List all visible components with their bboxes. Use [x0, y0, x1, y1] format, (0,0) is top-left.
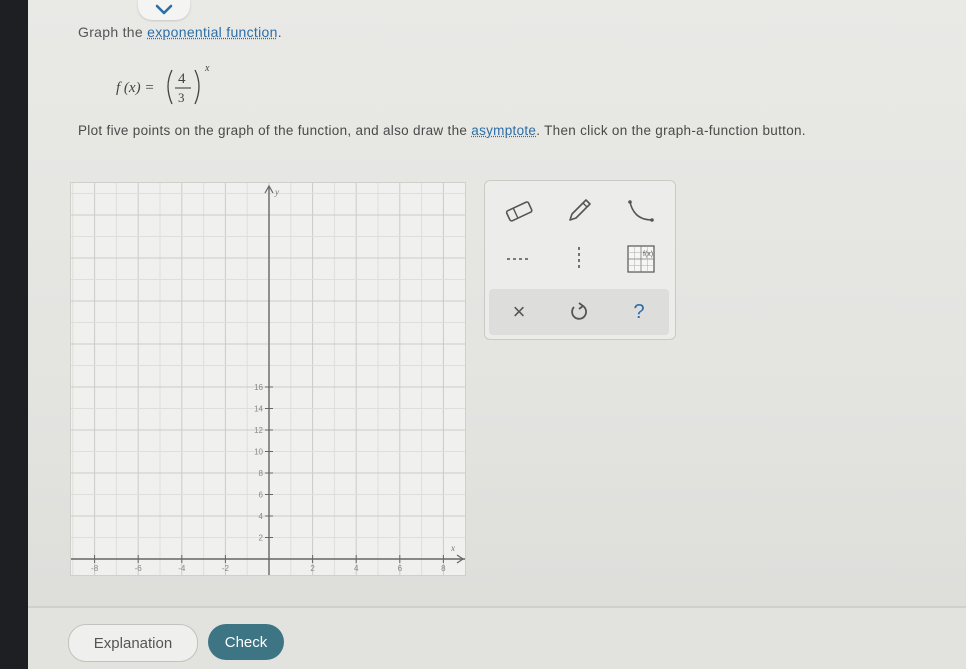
help-icon: ?	[633, 300, 645, 323]
instruction-text: Plot five points on the graph of the fun…	[78, 123, 468, 138]
y-axis-label: y	[274, 187, 279, 197]
pencil-icon	[569, 199, 591, 221]
problem-page: Graph the exponential function. f (x) = …	[28, 0, 966, 669]
y-tick-label: 6	[259, 491, 264, 500]
check-button[interactable]: Check	[208, 624, 284, 660]
help-button[interactable]: ?	[619, 295, 659, 329]
clear-button[interactable]: ×	[499, 295, 539, 329]
x-axis-label: x	[450, 543, 455, 553]
x-tick-label: -8	[91, 564, 99, 573]
horizontal-asymptote-tool[interactable]	[499, 241, 539, 277]
undo-icon	[571, 302, 587, 320]
y-tick-label: 2	[259, 534, 264, 543]
screen-bezel	[0, 0, 28, 669]
tool-actions-row: × ?	[489, 289, 669, 335]
graph-a-function-button[interactable]: f(x)	[619, 241, 663, 277]
x-tick-label: 8	[441, 564, 446, 573]
graph-a-function-icon: f(x)	[627, 245, 655, 273]
asymptote-link[interactable]: asymptote	[471, 123, 536, 138]
dashed-vertical-line-icon	[578, 247, 580, 271]
x-tick-label: -6	[135, 564, 143, 573]
y-tick-label: 16	[254, 383, 263, 392]
y-tick-label: 10	[254, 448, 263, 457]
vertical-asymptote-tool[interactable]	[559, 241, 599, 277]
explanation-button[interactable]: Explanation	[68, 624, 198, 662]
formula-denominator: 3	[178, 90, 185, 105]
x-tick-label: 6	[398, 564, 403, 573]
problem-prompt: Graph the exponential function.	[78, 24, 282, 40]
graph-area[interactable]: x y -8 -6 -4 -2 2 4 6 8 2 4 6 8 10 12 14 16	[70, 182, 466, 576]
function-formula: f (x) = 4 3 x	[116, 63, 210, 105]
x-tick-label: -2	[222, 564, 230, 573]
graph-toolbox: f(x) × ?	[484, 180, 676, 340]
clear-icon: ×	[512, 299, 526, 324]
undo-button[interactable]	[559, 295, 599, 329]
y-tick-label: 14	[254, 405, 263, 414]
y-tick-label: 8	[259, 469, 264, 478]
formula-numerator: 4	[178, 71, 186, 87]
instructions: Plot five points on the graph of the fun…	[78, 123, 806, 138]
exponential-function-link[interactable]: exponential function	[147, 24, 278, 40]
eraser-tool[interactable]	[499, 193, 539, 229]
coordinate-grid[interactable]: x y -8 -6 -4 -2 2 4 6 8 2 4 6 8 10 12 14 16	[71, 183, 465, 575]
y-tick-label: 12	[254, 426, 263, 435]
y-tick-label: 4	[259, 512, 264, 521]
prompt-text: Graph the	[78, 24, 143, 40]
x-tick-label: 2	[310, 564, 315, 573]
pencil-tool[interactable]	[559, 191, 599, 231]
dashed-horizontal-line-icon	[507, 258, 531, 260]
svg-text:f(x): f(x)	[643, 251, 653, 258]
formula-exponent: x	[204, 63, 210, 74]
chevron-down-icon	[155, 4, 173, 15]
instruction-text-end: . Then click on the graph-a-function but…	[536, 123, 806, 138]
formula-lhs: f (x) =	[116, 80, 154, 96]
prompt-end: .	[277, 24, 282, 40]
x-tick-label: -4	[178, 564, 186, 573]
x-tick-label: 4	[354, 564, 359, 573]
eraser-icon	[505, 201, 533, 222]
curve-tool[interactable]	[619, 191, 663, 231]
curve-tool-icon	[628, 200, 654, 222]
collapse-tab[interactable]	[138, 0, 190, 20]
